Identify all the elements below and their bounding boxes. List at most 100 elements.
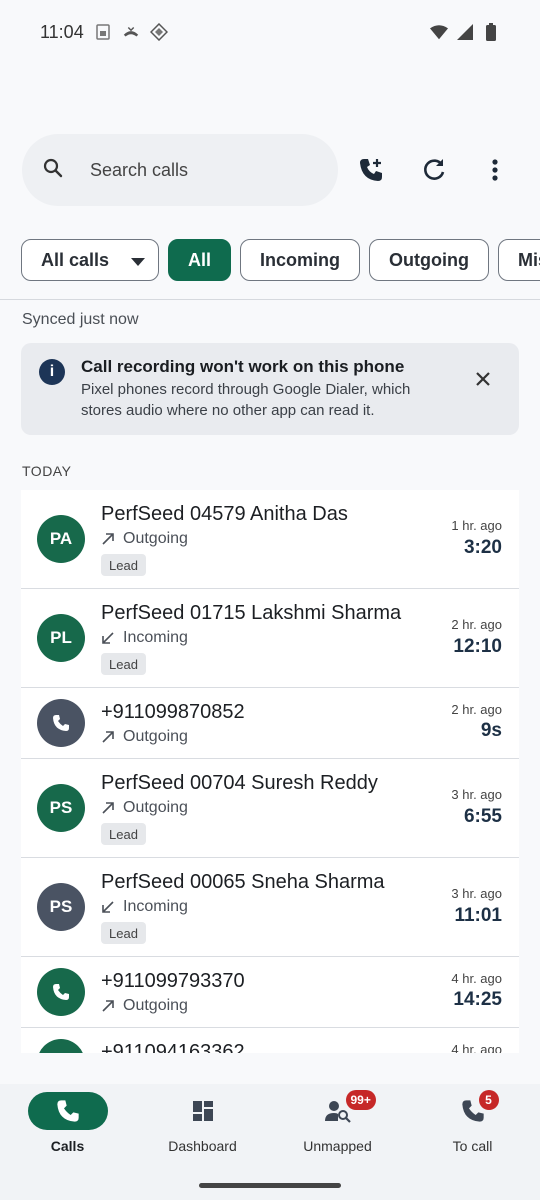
call-direction: Outgoing [101, 728, 188, 746]
call-row[interactable]: +911099793370 Outgoing 4 hr. ago 14:25 [21, 957, 519, 1028]
avatar: PA [37, 515, 85, 563]
close-banner-button[interactable] [475, 367, 491, 393]
outgoing-arrow-icon [102, 731, 114, 743]
call-type-dropdown[interactable]: All calls [21, 239, 159, 281]
contact-name: +911099793370 [101, 970, 245, 992]
avatar: PL [37, 614, 85, 662]
banner-title: Call recording won't work on this phone [81, 357, 405, 376]
call-row[interactable]: PS PerfSeed 00704 Suresh Reddy Outgoing … [21, 759, 519, 858]
direction-label: Outgoing [123, 997, 188, 1014]
lead-tag: Lead [101, 554, 146, 576]
call-time-ago: 3 hr. ago [451, 787, 502, 802]
phone-icon [53, 984, 69, 1000]
call-row[interactable]: +911094163362 4 hr. ago [21, 1028, 519, 1053]
signal-icon [456, 23, 474, 41]
section-header-today: TODAY [22, 463, 72, 479]
add-call-icon [359, 159, 382, 181]
outgoing-arrow-icon [102, 802, 114, 814]
vpn-icon [149, 23, 168, 41]
direction-label: Outgoing [123, 799, 188, 816]
banner-body: Pixel phones record through Google Diale… [81, 381, 411, 419]
search-input[interactable]: Search calls [22, 134, 338, 206]
sync-status: Synced just now [22, 311, 139, 328]
call-direction: Incoming [101, 898, 188, 916]
recording-warning-banner: i Call recording won't work on this phon… [21, 343, 519, 435]
nav-label: Calls [50, 1138, 85, 1154]
chip-missed[interactable]: Mis [498, 239, 540, 281]
close-icon [476, 372, 490, 386]
call-duration: 14:25 [453, 989, 502, 1010]
call-row[interactable]: PL PerfSeed 01715 Lakshmi Sharma Incomin… [21, 589, 519, 688]
nav-calls[interactable]: Calls [0, 1084, 135, 1200]
to-call-badge: 5 [478, 1090, 499, 1110]
nav-calls-indicator [27, 1092, 108, 1130]
nav-label: To call [452, 1138, 493, 1154]
search-row: Search calls [22, 134, 522, 206]
lead-tag: Lead [101, 922, 146, 944]
missed-call-icon [122, 23, 140, 41]
call-duration: 6:55 [463, 806, 502, 827]
direction-label: Outgoing [123, 728, 188, 745]
nav-to-call[interactable]: 5 To call [405, 1084, 540, 1200]
call-direction: Outgoing [101, 530, 188, 548]
chip-all[interactable]: All [168, 239, 232, 281]
direction-label: Outgoing [123, 530, 188, 547]
call-duration: 9s [480, 720, 502, 741]
call-direction: Incoming [101, 629, 188, 647]
chip-outgoing[interactable]: Outgoing [369, 239, 489, 281]
refresh-button[interactable] [406, 142, 461, 198]
refresh-icon [423, 159, 445, 180]
sim-icon [94, 23, 112, 41]
contact-name: PerfSeed 00704 Suresh Reddy [101, 772, 378, 794]
avatar: PS [37, 784, 85, 832]
direction-label: Incoming [123, 629, 188, 646]
more-vert-icon [492, 159, 498, 181]
status-bar: 11:04 [0, 0, 540, 64]
info-icon: i [39, 359, 65, 385]
add-call-button[interactable] [344, 142, 399, 198]
call-direction: Outgoing [101, 997, 188, 1015]
lead-tag: Lead [101, 823, 146, 845]
phone-icon [53, 715, 69, 731]
battery-icon [482, 23, 500, 41]
call-duration: 11:01 [454, 905, 502, 926]
call-duration: 3:20 [463, 537, 502, 558]
search-icon [42, 157, 64, 184]
nav-label: Unmapped [303, 1138, 372, 1154]
chip-incoming[interactable]: Incoming [240, 239, 361, 281]
filter-chips: All calls All Incoming Outgoing Mis [21, 239, 540, 281]
contact-name: +911094163362 [101, 1041, 245, 1053]
divider [0, 299, 540, 300]
call-time-ago: 4 hr. ago [451, 1042, 502, 1053]
search-placeholder: Search calls [90, 159, 189, 180]
nav-to-call-indicator: 5 [433, 1090, 513, 1130]
call-row[interactable]: +911099870852 Outgoing 2 hr. ago 9s [21, 688, 519, 759]
call-row[interactable]: PA PerfSeed 04579 Anitha Das Outgoing Le… [21, 490, 519, 589]
contact-name: +911099870852 [101, 701, 245, 723]
unmapped-badge: 99+ [345, 1090, 376, 1110]
avatar [37, 699, 85, 747]
lead-tag: Lead [101, 653, 146, 675]
home-indicator[interactable] [199, 1183, 341, 1188]
wifi-icon [430, 23, 448, 41]
more-options-button[interactable] [467, 142, 522, 198]
avatar [37, 1039, 85, 1053]
call-time-ago: 2 hr. ago [451, 702, 502, 717]
avatar [37, 968, 85, 1016]
nav-label: Dashboard [168, 1138, 237, 1154]
incoming-arrow-icon [102, 632, 114, 644]
contact-name: PerfSeed 00065 Sneha Sharma [101, 871, 385, 893]
nav-unmapped-indicator: 99+ [298, 1090, 378, 1130]
outgoing-arrow-icon [102, 1000, 114, 1012]
avatar: PS [37, 883, 85, 931]
dropdown-arrow-icon [131, 250, 146, 271]
call-time-ago: 4 hr. ago [451, 971, 502, 986]
call-time-ago: 3 hr. ago [451, 886, 502, 901]
dropdown-label: All calls [41, 249, 110, 270]
call-time-ago: 1 hr. ago [451, 518, 502, 533]
call-row[interactable]: PS PerfSeed 00065 Sneha Sharma Incoming … [21, 858, 519, 957]
contact-name: PerfSeed 04579 Anitha Das [101, 503, 348, 525]
call-duration: 12:10 [453, 636, 502, 657]
phone-icon [56, 1100, 79, 1122]
dashboard-icon [192, 1101, 213, 1121]
